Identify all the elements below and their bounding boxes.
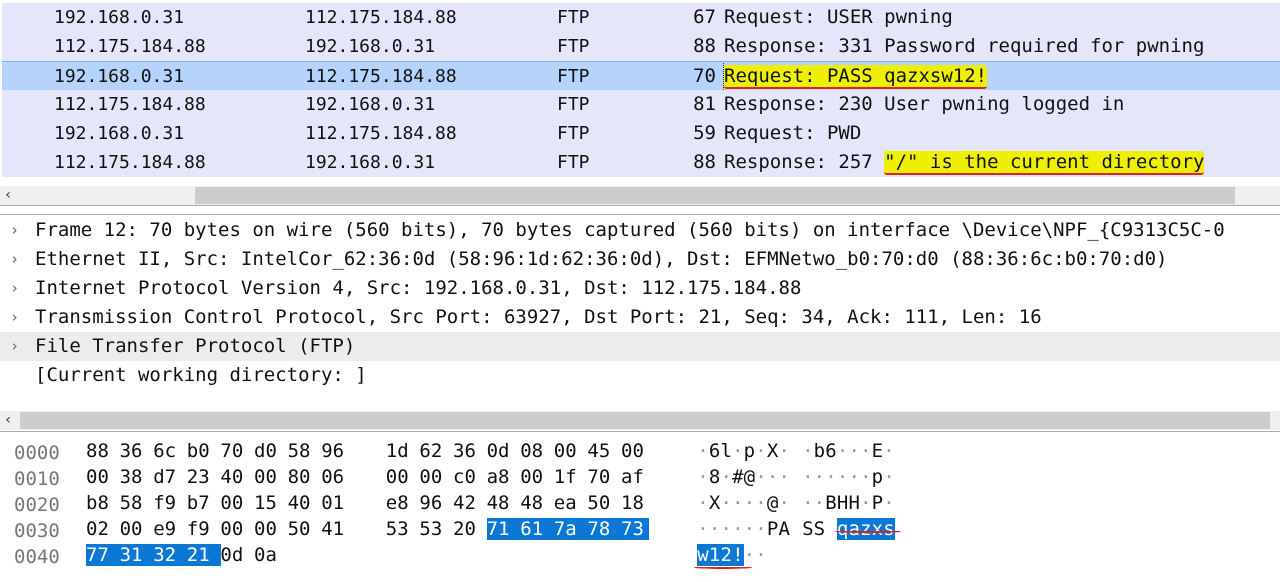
hex-row: 0010 [0,466,1280,492]
detail-row[interactable]: › Ethernet II, Src: IntelCor_62:36:0d (58… [0,245,1280,274]
source-cell: 192.168.0.31 [54,123,185,144]
expand-chevron-icon[interactable]: › [10,303,19,332]
detail-text: File Transfer Protocol (FTP) [35,335,356,357]
packet-row[interactable]: 112.175.184.88 192.168.0.31 FTP 88 Response:… [2,32,1280,61]
length-cell: 59 [693,122,716,144]
packet-row[interactable]: 112.175.184.88 192.168.0.31 FTP 81 Response:… [2,90,1280,119]
destination-cell: 192.168.0.31 [305,36,436,57]
hex-row: 0030 [0,518,1280,544]
packet-row[interactable]: 192.168.0.31 112.175.184.88 FTP 59 Request: … [2,119,1280,148]
protocol-cell: FTP [557,123,590,144]
scroll-left-icon[interactable]: ‹ [4,411,12,430]
expand-chevron-icon[interactable]: › [10,245,19,274]
protocol-cell: FTP [557,152,590,173]
expand-chevron-icon[interactable]: › [10,332,19,361]
detail-row[interactable]: › Frame 12: 70 bytes on wire (560 bits), … [0,216,1280,245]
detail-text: Ethernet II, Src: IntelCor_62:36:0d (58:… [35,248,1168,270]
expand-chevron-icon[interactable]: › [10,274,19,303]
length-cell: 67 [693,6,716,28]
scroll-thumb[interactable] [195,187,1235,204]
packet-row[interactable]: 192.168.0.31 112.175.184.88 FTP 70 Request: … [2,61,1280,90]
protocol-cell: FTP [557,66,590,87]
hex-offset: 0010 [14,468,60,490]
detail-row[interactable]: › File Transfer Protocol (FTP) [0,332,1280,361]
scroll-left-icon[interactable]: ‹ [4,186,12,205]
protocol-cell: FTP [557,94,590,115]
annotation-underline [694,566,752,569]
length-cell: 88 [693,35,716,57]
detail-row[interactable]: › Transmission Control Protocol, Src Port… [0,303,1280,332]
expand-chevron-icon[interactable]: › [10,216,19,245]
info-text: Request: PWD [724,122,862,144]
info-cell: Response: 257 "/" is the current directo… [724,148,1205,177]
detail-text: Transmission Control Protocol, Src Port:… [35,306,1042,328]
info-text: Response: 331 Password required for pwni… [724,35,1205,57]
detail-text: Internet Protocol Version 4, Src: 192.16… [35,277,802,299]
detail-row[interactable]: › Internet Protocol Version 4, Src: 192.1… [0,274,1280,303]
destination-cell: 112.175.184.88 [305,123,457,144]
packet-list-hscrollbar[interactable]: ‹ [0,186,1280,205]
annotation-underline [835,530,901,533]
detail-row[interactable]: [Current working directory: ] [0,361,1280,390]
packet-list: 192.168.0.31 112.175.184.88 FTP 67 Request: … [0,0,1280,206]
protocol-cell: FTP [557,36,590,57]
hex-row: 0040 [0,544,1280,570]
hex-offset: 0030 [14,520,60,542]
hex-offset: 0040 [14,546,60,568]
packet-bytes: 88 · 36 6 6c l b0 · 70 p d0 · 58 X 96 · 1d · 62 b 36 6 0d · 08 · 0… [0,438,1280,582]
packet-row[interactable]: 192.168.0.31 112.175.184.88 FTP 67 Request: … [2,3,1280,32]
source-cell: 112.175.184.88 [54,94,206,115]
destination-cell: 192.168.0.31 [305,94,436,115]
length-cell: 81 [693,93,716,115]
packet-row[interactable]: 112.175.184.88 192.168.0.31 FTP 88 Response:… [2,148,1280,177]
info-cell: Response: 331 Password required for pwni… [724,32,1204,61]
source-cell: 112.175.184.88 [54,152,206,173]
packet-details: › Frame 12: 70 bytes on wire (560 bits), … [0,214,1280,432]
source-cell: 192.168.0.31 [54,7,185,28]
detail-text: [Current working directory: ] [35,364,367,386]
highlighted-text: "/" is the current directory [884,151,1205,175]
info-cell: Response: 230 User pwning logged in [724,90,1124,119]
info-cell: Request: PWD [724,119,861,148]
detail-text: Frame 12: 70 bytes on wire (560 bits), 7… [35,219,1225,241]
protocol-cell: FTP [557,7,590,28]
info-text: Response: 230 User pwning logged in [724,93,1125,115]
hex-offset: 0020 [14,494,60,516]
scroll-thumb[interactable] [20,412,1270,429]
source-cell: 192.168.0.31 [54,66,185,87]
destination-cell: 112.175.184.88 [305,66,457,87]
hex-row: 0000 [0,440,1280,466]
hex-row: 0020 [0,492,1280,518]
hex-offset: 0000 [14,442,60,464]
info-cell: Request: PASS qazxsw12! [723,62,1280,90]
details-hscrollbar[interactable]: ‹ [0,411,1280,430]
destination-cell: 192.168.0.31 [305,152,436,173]
length-cell: 88 [693,151,716,173]
info-cell: Request: USER pwning [724,3,953,32]
info-text: Response: 257 [724,151,885,173]
source-cell: 112.175.184.88 [54,36,206,57]
info-text: Request: PASS qazxsw12! [724,65,988,89]
length-cell: 70 [693,65,716,87]
destination-cell: 112.175.184.88 [305,7,457,28]
info-text: Request: USER pwning [724,6,953,28]
